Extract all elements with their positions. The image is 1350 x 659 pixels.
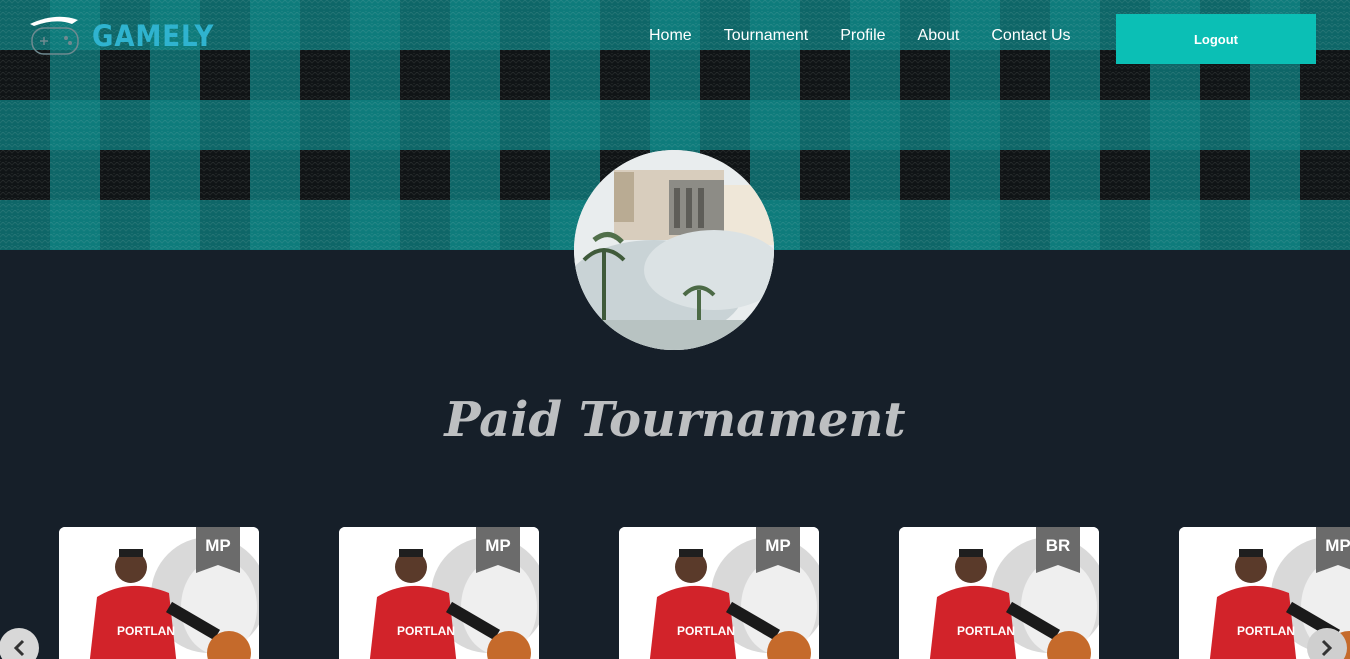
- nav-profile[interactable]: Profile: [840, 27, 885, 45]
- game-mode-badge: BR: [1036, 527, 1080, 573]
- section-title: Paid Tournament: [444, 392, 906, 448]
- svg-text:PORTLAN: PORTLAN: [117, 624, 175, 638]
- page: GAMELY Home Tournament Profile About Con…: [0, 0, 1350, 659]
- game-mode-badge: MP: [476, 527, 520, 573]
- logo-text: GAMELY: [92, 19, 215, 53]
- nav-contact-us[interactable]: Contact Us: [991, 27, 1070, 45]
- tournament-card[interactable]: PORTLAN MP: [339, 527, 539, 659]
- svg-text:PORTLAN: PORTLAN: [1237, 624, 1295, 638]
- chevron-right-icon: [1321, 639, 1333, 657]
- avatar-image: [574, 150, 774, 350]
- nav-about[interactable]: About: [918, 27, 960, 45]
- svg-text:PORTLAN: PORTLAN: [677, 624, 735, 638]
- profile-avatar[interactable]: [574, 150, 774, 350]
- tournament-card[interactable]: PORTLAN MP: [619, 527, 819, 659]
- gamepad-icon: [30, 16, 79, 55]
- nav-tournament[interactable]: Tournament: [724, 27, 809, 45]
- logout-button[interactable]: Logout: [1116, 14, 1316, 64]
- logo[interactable]: GAMELY: [26, 14, 228, 58]
- nav-home[interactable]: Home: [649, 27, 692, 45]
- svg-text:PORTLAN: PORTLAN: [957, 624, 1015, 638]
- main-nav: Home Tournament Profile About Contact Us: [649, 27, 1071, 45]
- tournament-carousel: PORTLAN MP PORTLAN MP PORTLAN MP PORTLAN…: [0, 527, 1350, 659]
- tournament-card[interactable]: PORTLAN BR: [899, 527, 1099, 659]
- game-mode-badge: MP: [1316, 527, 1350, 573]
- chevron-left-icon: [13, 639, 25, 657]
- tournament-card[interactable]: PORTLAN MP: [59, 527, 259, 659]
- game-mode-badge: MP: [196, 527, 240, 573]
- svg-text:PORTLAN: PORTLAN: [397, 624, 455, 638]
- game-mode-badge: MP: [756, 527, 800, 573]
